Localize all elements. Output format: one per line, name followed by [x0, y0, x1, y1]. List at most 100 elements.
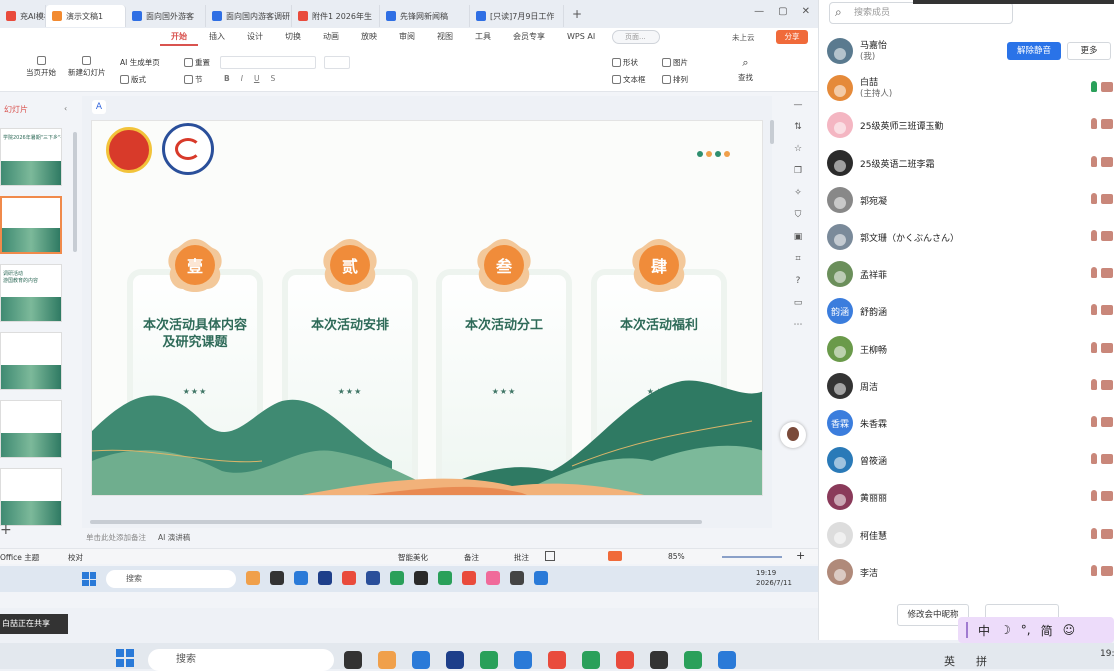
comment-button[interactable]: 批注 — [514, 552, 529, 563]
mic-muted-icon[interactable] — [1091, 304, 1097, 316]
slide-thumbnail[interactable] — [0, 468, 62, 526]
taskbar-app-icon[interactable] — [462, 571, 476, 585]
ime-item[interactable]: 简 — [1041, 622, 1053, 639]
camera-off-icon[interactable] — [1101, 528, 1113, 539]
slide-thumbnail[interactable] — [0, 332, 62, 390]
taskbar-app-icon[interactable] — [414, 571, 428, 585]
taskbar-app-icon[interactable] — [534, 571, 548, 585]
mic-muted-icon[interactable] — [1091, 453, 1097, 465]
ribbon-tab[interactable]: 视图 — [426, 28, 464, 46]
outer-start-icon[interactable] — [116, 649, 134, 667]
camera-off-icon[interactable] — [1101, 193, 1113, 204]
italic-button[interactable]: I — [241, 74, 243, 83]
copy-icon[interactable]: ❐ — [794, 166, 802, 176]
ime-item[interactable]: ☽ — [1000, 623, 1011, 637]
browser-tab[interactable]: 面向国内游客调研 — [206, 5, 292, 27]
camera-off-icon[interactable] — [1101, 231, 1113, 241]
outer-search-input[interactable]: 搜索 — [148, 649, 334, 671]
ribbon-tab[interactable]: 开始 — [160, 28, 198, 46]
mic-muted-icon[interactable] — [1091, 416, 1097, 427]
mic-muted-icon[interactable] — [1091, 378, 1097, 390]
theme-label[interactable]: Office 主题 — [0, 552, 39, 563]
browser-tab[interactable]: 附件1 2026年生 — [292, 5, 380, 27]
proofread-button[interactable]: 校对 — [68, 552, 83, 563]
help-icon[interactable]: ? — [796, 276, 801, 286]
member-row[interactable]: 郭文珊（かくぶんさん） — [827, 218, 1114, 254]
minimize-panel-icon[interactable]: — — [794, 100, 803, 110]
ribbon-tab[interactable]: 插入 — [198, 28, 236, 46]
camera-off-icon[interactable] — [1101, 119, 1113, 130]
picture-button[interactable]: 图片 — [662, 57, 688, 68]
outer-taskbar-app-icon[interactable] — [718, 651, 736, 669]
partial-button[interactable] — [985, 604, 1059, 618]
outer-pinyin[interactable]: 拼 — [976, 653, 987, 669]
section-button[interactable]: 节 — [184, 74, 203, 85]
member-row[interactable]: 李洁 — [827, 553, 1114, 589]
ribbon-tab[interactable]: 动画 — [312, 28, 350, 46]
outer-lang[interactable]: 英 — [944, 653, 955, 669]
member-row[interactable]: 王柳畅 — [827, 330, 1114, 366]
camera-off-icon[interactable] — [1101, 82, 1113, 93]
member-row[interactable]: 白喆 (主持人) — [827, 69, 1114, 105]
camera-off-icon[interactable] — [1101, 565, 1113, 576]
mic-muted-icon[interactable] — [1091, 155, 1097, 167]
font-family-select[interactable] — [220, 56, 316, 69]
camera-off-icon[interactable] — [1101, 342, 1113, 353]
slide-thumbnail[interactable]: 调研活动 游国教育的内容 — [0, 264, 62, 322]
ribbon-tab[interactable]: 审阅 — [388, 28, 426, 46]
layout-button[interactable]: 版式 — [120, 74, 146, 85]
taskbar-app-icon[interactable] — [510, 571, 524, 585]
notes-placeholder[interactable]: 单击此处添加备注 — [86, 532, 146, 543]
mic-muted-icon[interactable] — [1091, 192, 1097, 204]
member-row[interactable]: 黄丽丽 — [827, 478, 1114, 514]
bold-button[interactable]: B — [224, 74, 230, 83]
outer-taskbar-app-icon[interactable] — [344, 651, 362, 669]
browser-tab[interactable]: [只读]7月9日工作 — [470, 5, 564, 27]
taskbar-app-icon[interactable] — [486, 571, 500, 585]
shape-button[interactable]: 形状 — [612, 57, 638, 68]
taskbar-app-icon[interactable] — [342, 571, 356, 585]
taskbar-search-input[interactable]: 搜索 — [106, 570, 236, 588]
close-button[interactable]: ✕ — [802, 6, 810, 17]
zoom-in-icon[interactable]: + — [796, 549, 805, 562]
more-button[interactable]: 更多 — [1067, 42, 1111, 60]
mic-muted-icon[interactable] — [1091, 564, 1097, 576]
textbox-button[interactable]: 文本框 — [612, 74, 646, 85]
thumbnail-scrollbar[interactable] — [73, 132, 77, 252]
slide-canvas[interactable]: 壹本次活动具体内容及研究课题 ★★★ 贰本次活动安排 ★★★ 叁本次活动分工 ★★★ 肆本次… — [91, 120, 763, 496]
outer-taskbar-app-icon[interactable] — [412, 651, 430, 669]
zoom-slider[interactable] — [722, 556, 782, 558]
browser-tab[interactable]: 充AI模板 — [0, 5, 46, 27]
outer-taskbar-app-icon[interactable] — [616, 651, 634, 669]
ribbon-tab[interactable]: WPS AI — [556, 28, 606, 46]
outer-taskbar-app-icon[interactable] — [514, 651, 532, 669]
member-search-input[interactable]: 搜索成员 — [829, 2, 1013, 24]
beautify-button[interactable]: 智能美化 — [398, 552, 428, 563]
ribbon-tab[interactable]: 会员专享 — [502, 28, 556, 46]
slide-thumbnail[interactable] — [0, 400, 62, 458]
assistant-avatar[interactable] — [780, 422, 806, 448]
new-slide-button[interactable]: 新建幻灯片 — [68, 56, 106, 78]
browser-tab[interactable]: 演示文稿1 — [46, 5, 126, 27]
collapse-pane-icon[interactable]: ‹ — [64, 104, 67, 113]
ribbon-tab[interactable]: 放映 — [350, 28, 388, 46]
slide-thumbnail[interactable] — [0, 196, 62, 254]
member-row[interactable]: 香霖 朱香霖 — [827, 404, 1114, 440]
minimize-button[interactable]: — — [754, 6, 764, 17]
camera-off-icon[interactable] — [1101, 454, 1113, 465]
mic-muted-icon[interactable] — [1091, 230, 1097, 241]
camera-off-icon[interactable] — [1101, 305, 1113, 316]
windows-start-icon[interactable] — [82, 572, 96, 586]
member-row[interactable]: 曾筱涵 — [827, 441, 1114, 477]
outer-taskbar-app-icon[interactable] — [684, 651, 702, 669]
strike-button[interactable]: S — [270, 74, 275, 83]
browser-tab[interactable]: 先锋网新闻稿 — [380, 5, 470, 27]
ime-item[interactable]: °, — [1021, 623, 1031, 637]
outer-taskbar-app-icon[interactable] — [480, 651, 498, 669]
play-slideshow-icon[interactable] — [608, 551, 622, 561]
ribbon-tab[interactable]: 切换 — [274, 28, 312, 46]
magic-icon[interactable]: ✧ — [794, 188, 802, 198]
ai-speech-button[interactable]: AI 演讲稿 — [158, 532, 190, 543]
ime-handle[interactable] — [966, 622, 968, 638]
new-tab-icon[interactable]: + — [572, 7, 582, 21]
